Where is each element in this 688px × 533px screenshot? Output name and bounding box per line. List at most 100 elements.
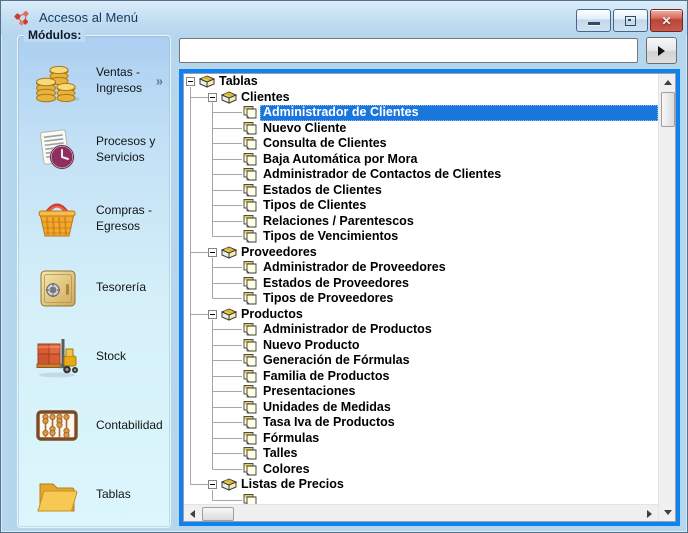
tree-node[interactable]: Tablas xyxy=(184,74,658,90)
tree-item-label: Relaciones / Parentescos xyxy=(260,214,417,230)
tree-leaf[interactable]: Tipos de Clientes xyxy=(184,198,658,214)
form-icon xyxy=(243,416,259,429)
tree-leaf[interactable]: Consulta de Clientes xyxy=(184,136,658,152)
form-icon xyxy=(243,432,259,445)
tree-leaf[interactable]: Estados de Proveedores xyxy=(184,276,658,292)
minimize-button[interactable] xyxy=(576,9,611,32)
tree-leaf[interactable]: Nuevo Producto xyxy=(184,338,658,354)
play-icon xyxy=(658,46,665,56)
tree-leaf[interactable]: Unidades de Medidas xyxy=(184,400,658,416)
tree-leaf[interactable]: Familia de Productos xyxy=(184,369,658,385)
tree-leaf[interactable]: Colores xyxy=(184,462,658,478)
tree-item-label: Administrador de Productos xyxy=(260,322,435,338)
tree-leaf[interactable]: Tasa Iva de Productos xyxy=(184,415,658,431)
sidebar-item-compras-egresos[interactable]: Compras - Egresos xyxy=(18,184,170,253)
basket-icon xyxy=(31,193,83,245)
window-title: Accesos al Menú xyxy=(39,10,138,25)
tree-item-label: Generación de Fórmulas xyxy=(260,353,413,369)
form-icon xyxy=(243,184,259,197)
safe-icon xyxy=(31,262,83,314)
arrow-down-icon xyxy=(664,510,672,515)
collapse-toggle-icon[interactable] xyxy=(208,248,217,257)
sidebar-item-stock[interactable]: Stock xyxy=(18,322,170,391)
form-icon xyxy=(243,230,259,243)
tree-item-label: Tablas xyxy=(216,74,261,90)
collapse-toggle-icon[interactable] xyxy=(208,93,217,102)
tree-item-label: Tasa Iva de Productos xyxy=(260,415,398,431)
arrow-left-icon xyxy=(190,510,195,518)
maximize-icon xyxy=(625,16,636,26)
box-icon xyxy=(199,75,215,88)
tree-leaf[interactable]: Baja Automática por Mora xyxy=(184,152,658,168)
scroll-up-button[interactable] xyxy=(659,74,676,91)
form-icon xyxy=(243,277,259,290)
collapse-toggle-icon[interactable] xyxy=(208,310,217,319)
arrow-right-icon xyxy=(647,510,652,518)
form-icon xyxy=(243,323,259,336)
tree-item-label: Administrador de Clientes xyxy=(260,105,658,121)
tree-leaf[interactable]: Administrador de Productos xyxy=(184,322,658,338)
sidebar-item-tablas[interactable]: Tablas xyxy=(18,460,170,529)
sidebar-item-tesoreria[interactable]: Tesorería xyxy=(18,253,170,322)
form-icon xyxy=(243,199,259,212)
collapse-toggle-icon[interactable] xyxy=(208,480,217,489)
tree-node[interactable]: Productos xyxy=(184,307,658,323)
form-icon xyxy=(243,463,259,476)
window-controls: ✕ xyxy=(576,9,683,32)
tree-leaf[interactable]: Estados de Clientes xyxy=(184,183,658,199)
go-button[interactable] xyxy=(646,37,677,64)
tree-leaf[interactable]: Administrador de Contactos de Clientes xyxy=(184,167,658,183)
tree-leaf[interactable] xyxy=(184,493,658,505)
tree-item-label: Productos xyxy=(238,307,306,323)
folder-icon xyxy=(31,469,83,521)
scroll-right-button[interactable] xyxy=(641,505,658,522)
form-icon xyxy=(243,261,259,274)
vertical-scrollbar[interactable] xyxy=(658,74,675,521)
minimize-icon xyxy=(588,22,600,26)
tree-node[interactable]: Clientes xyxy=(184,90,658,106)
box-icon xyxy=(221,478,237,491)
form-icon xyxy=(243,385,259,398)
arrow-up-icon xyxy=(664,80,672,85)
tree-item-label: Colores xyxy=(260,462,313,478)
form-icon xyxy=(243,137,259,150)
tree-node[interactable]: Listas de Precios xyxy=(184,477,658,493)
tree-item-label: Familia de Productos xyxy=(260,369,392,385)
tree-item-label: Tipos de Clientes xyxy=(260,198,369,214)
tree-leaf[interactable]: Administrador de Proveedores xyxy=(184,260,658,276)
tree-node[interactable]: Proveedores xyxy=(184,245,658,261)
tree-item-label: Tipos de Proveedores xyxy=(260,291,396,307)
tree-leaf[interactable]: Generación de Fórmulas xyxy=(184,353,658,369)
form-icon xyxy=(243,215,259,228)
forklift-icon xyxy=(31,331,83,383)
scroll-down-button[interactable] xyxy=(659,504,676,521)
menu-tree-panel: Tablas Clientes Administrador de Cliente… xyxy=(179,69,680,526)
form-icon xyxy=(243,370,259,383)
document-clock-icon xyxy=(31,124,83,176)
tree-item-label: Proveedores xyxy=(238,245,320,261)
tree-leaf[interactable]: Talles xyxy=(184,446,658,462)
sidebar-item-label: Stock xyxy=(96,349,170,365)
tree-leaf[interactable]: Fórmulas xyxy=(184,431,658,447)
horizontal-scrollbar[interactable] xyxy=(184,504,658,521)
sidebar-item-procesos-servicios[interactable]: Procesos y Servicios xyxy=(18,115,170,184)
tree-item-label: Nuevo Producto xyxy=(260,338,363,354)
tree-leaf[interactable]: Tipos de Proveedores xyxy=(184,291,658,307)
vertical-scroll-thumb[interactable] xyxy=(661,92,675,127)
sidebar-item-ventas-ingresos[interactable]: Ventas - Ingresos» xyxy=(18,46,170,115)
horizontal-scroll-thumb[interactable] xyxy=(202,507,234,521)
maximize-button[interactable] xyxy=(613,9,648,32)
tree-leaf[interactable]: Tipos de Vencimientos xyxy=(184,229,658,245)
tree-leaf[interactable]: Administrador de Clientes xyxy=(184,105,658,121)
titlebar: Accesos al Menú ✕ xyxy=(1,1,687,35)
collapse-toggle-icon[interactable] xyxy=(186,77,195,86)
scroll-left-button[interactable] xyxy=(184,505,201,522)
modules-groupbox: Módulos: Ventas - Ingresos» Procesos y S… xyxy=(17,35,171,528)
close-button[interactable]: ✕ xyxy=(650,9,683,32)
sidebar-item-contabilidad[interactable]: Contabilidad xyxy=(18,391,170,460)
tree-leaf[interactable]: Presentaciones xyxy=(184,384,658,400)
tree-leaf[interactable]: Relaciones / Parentescos xyxy=(184,214,658,230)
search-input[interactable] xyxy=(179,38,638,63)
tree-item-label: Listas de Precios xyxy=(238,477,347,493)
tree-leaf[interactable]: Nuevo Cliente xyxy=(184,121,658,137)
